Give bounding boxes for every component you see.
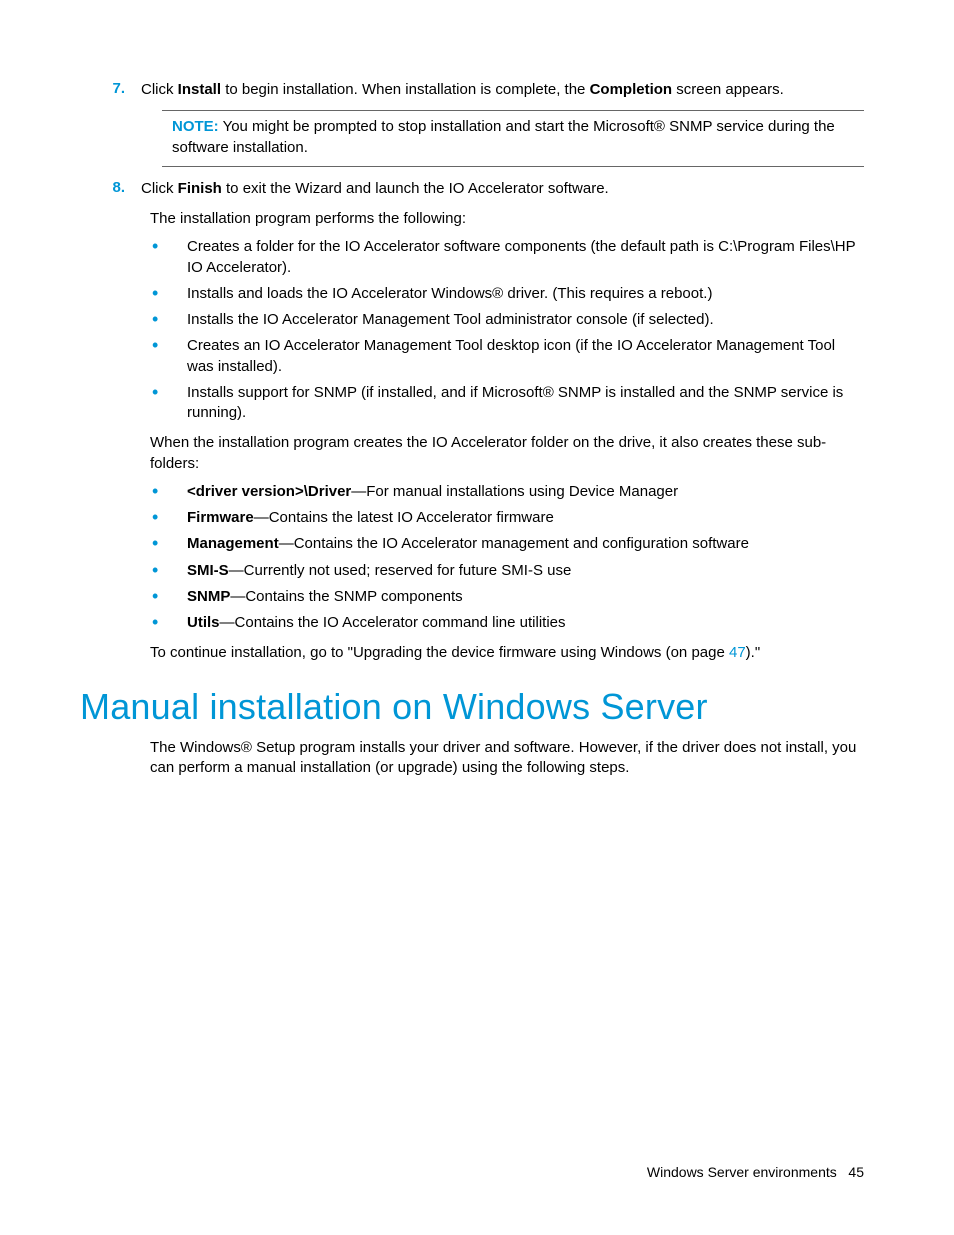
bold: Finish — [178, 180, 222, 197]
paragraph: To continue installation, go to "Upgradi… — [150, 643, 864, 663]
footer-section: Windows Server environments — [647, 1164, 837, 1180]
folder-name: SMI-S — [187, 562, 229, 579]
note-label: NOTE: — [172, 118, 219, 135]
bullet-icon: • — [150, 237, 187, 278]
paragraph: The installation program performs the fo… — [150, 209, 864, 229]
bold: Completion — [590, 81, 673, 98]
list-text: SNMP—Contains the SNMP components — [187, 587, 864, 607]
step-number: 7. — [90, 80, 141, 100]
paragraph: The Windows® Setup program installs your… — [150, 738, 864, 779]
step-text: Click Finish to exit the Wizard and laun… — [141, 179, 864, 199]
folder-desc: —Contains the IO Accelerator management … — [279, 535, 749, 552]
bold: Install — [178, 81, 221, 98]
list-item: • SNMP—Contains the SNMP components — [150, 587, 864, 607]
folder-desc: —Contains the latest IO Accelerator firm… — [254, 509, 554, 526]
list-text: Installs and loads the IO Accelerator Wi… — [187, 284, 864, 304]
step-7: 7. Click Install to begin installation. … — [90, 80, 864, 100]
page-link[interactable]: 47 — [729, 644, 746, 661]
list-text: SMI-S—Currently not used; reserved for f… — [187, 561, 864, 581]
bullet-icon: • — [150, 534, 187, 554]
step-8: 8. Click Finish to exit the Wizard and l… — [90, 179, 864, 199]
list-text: <driver version>\Driver—For manual insta… — [187, 482, 864, 502]
list-item: • Creates a folder for the IO Accelerato… — [150, 237, 864, 278]
folder-desc: —Currently not used; reserved for future… — [229, 562, 572, 579]
step-number: 8. — [90, 179, 141, 199]
bullet-icon: • — [150, 613, 187, 633]
folder-desc: —Contains the SNMP components — [230, 588, 462, 605]
text: Click — [141, 81, 178, 98]
paragraph: When the installation program creates th… — [150, 433, 864, 474]
list-item: • <driver version>\Driver—For manual ins… — [150, 482, 864, 502]
list-text: Utils—Contains the IO Accelerator comman… — [187, 613, 864, 633]
list-text: Creates a folder for the IO Accelerator … — [187, 237, 864, 278]
folder-desc: —Contains the IO Accelerator command lin… — [220, 614, 566, 631]
step-text: Click Install to begin installation. Whe… — [141, 80, 864, 100]
bullet-icon: • — [150, 336, 187, 377]
bullet-icon: • — [150, 310, 187, 330]
list-item: • Utils—Contains the IO Accelerator comm… — [150, 613, 864, 633]
page-content: 7. Click Install to begin installation. … — [0, 0, 954, 1235]
text: )." — [746, 644, 761, 661]
list-text: Management—Contains the IO Accelerator m… — [187, 534, 864, 554]
list-item: • Firmware—Contains the latest IO Accele… — [150, 508, 864, 528]
note-text: You might be prompted to stop installati… — [172, 118, 835, 155]
bullet-icon: • — [150, 508, 187, 528]
list-item: • Creates an IO Accelerator Management T… — [150, 336, 864, 377]
list-text: Firmware—Contains the latest IO Accelera… — [187, 508, 864, 528]
text: Click — [141, 180, 178, 197]
list-item: • Management—Contains the IO Accelerator… — [150, 534, 864, 554]
folder-name: SNMP — [187, 588, 230, 605]
note-box: NOTE: You might be prompted to stop inst… — [162, 110, 864, 167]
bullet-icon: • — [150, 587, 187, 607]
folder-name: Utils — [187, 614, 220, 631]
bullet-icon: • — [150, 482, 187, 502]
bullet-icon: • — [150, 383, 187, 424]
list-item: • Installs and loads the IO Accelerator … — [150, 284, 864, 304]
list-text: Installs support for SNMP (if installed,… — [187, 383, 864, 424]
folder-name: Firmware — [187, 509, 254, 526]
folder-name: Management — [187, 535, 279, 552]
list-text: Installs the IO Accelerator Management T… — [187, 310, 864, 330]
list-item: • Installs the IO Accelerator Management… — [150, 310, 864, 330]
page-footer: Windows Server environments 45 — [647, 1164, 864, 1180]
folder-name: <driver version>\Driver — [187, 483, 351, 500]
footer-page-number: 45 — [848, 1164, 864, 1180]
text: to exit the Wizard and launch the IO Acc… — [222, 180, 609, 197]
text: To continue installation, go to "Upgradi… — [150, 644, 729, 661]
section-heading: Manual installation on Windows Server — [80, 686, 864, 728]
text: to begin installation. When installation… — [221, 81, 590, 98]
bullet-icon: • — [150, 561, 187, 581]
list-item: • Installs support for SNMP (if installe… — [150, 383, 864, 424]
bullet-icon: • — [150, 284, 187, 304]
list-item: • SMI-S—Currently not used; reserved for… — [150, 561, 864, 581]
list-text: Creates an IO Accelerator Management Too… — [187, 336, 864, 377]
text: screen appears. — [672, 81, 784, 98]
folder-desc: —For manual installations using Device M… — [351, 483, 678, 500]
